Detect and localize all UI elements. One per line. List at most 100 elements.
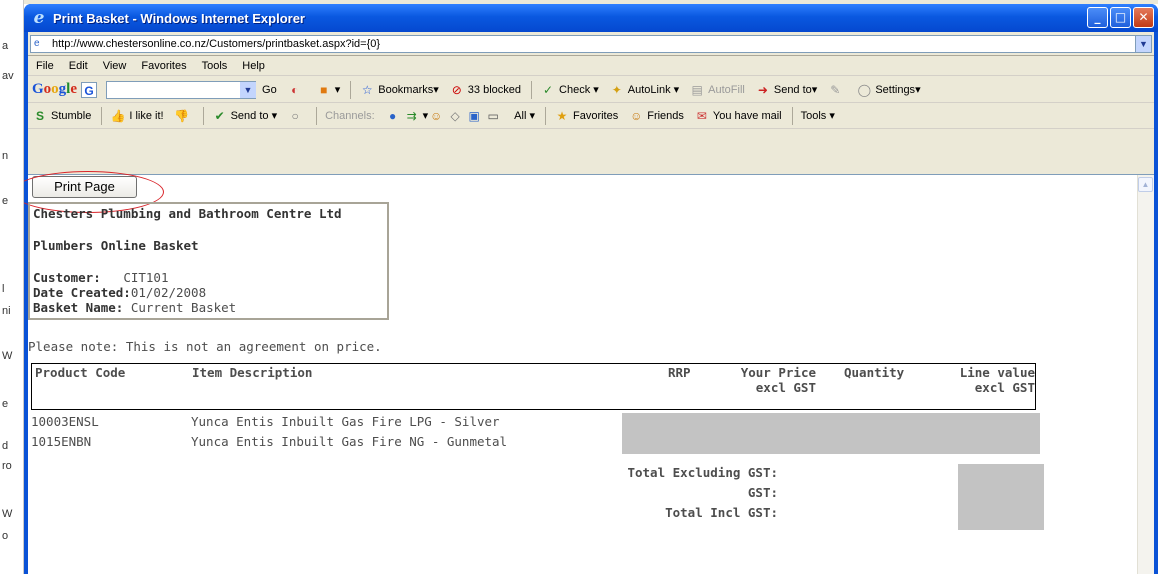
bg-text: av [2,70,14,82]
divider [350,80,352,99]
print-page-button[interactable]: Print Page [32,176,137,198]
autolink-icon: ✦ [611,82,622,97]
total-excl-label: Total Excluding GST: [627,465,778,480]
globe-icon: ● [389,108,397,123]
total-incl-label: Total Incl GST: [665,505,778,520]
table-row: 10003ENSL Yunca Entis Inbuilt Gas Fire L… [31,414,631,434]
star-icon: ★ [556,108,568,123]
mail-button[interactable]: ✉ You have mail [694,108,782,124]
customer-label: Customer: [33,270,101,285]
menu-file[interactable]: File [36,60,54,72]
customer-value: CIT101 [123,270,169,285]
ilike-button[interactable]: 👍 I like it! [110,108,164,124]
photo-icon: ▣ [468,108,480,123]
spellcheck-button[interactable]: ✓ Check ▾ [540,82,599,98]
comment-icon: ○ [291,108,299,123]
divider [791,106,793,125]
all-label: All [514,109,527,122]
channels-label: Channels: [325,109,375,122]
address-bar: e http://www.chestersonline.co.nz/Custom… [28,32,1154,56]
background-window-fragment: a av n e l ni W e d ro W o [0,0,24,574]
friends-button[interactable]: ☺ Friends [628,108,684,124]
menu-favorites[interactable]: Favorites [141,60,186,72]
page-icon: e [34,38,40,49]
bg-text: o [2,530,9,542]
row-code: 1015ENBN [31,434,92,449]
bg-text: n [2,150,9,162]
title-bar[interactable]: e Print Basket - Windows Internet Explor… [24,4,1158,32]
highlight-button[interactable]: ✎ [827,82,846,98]
settings-icon: ◯ [857,82,872,97]
menu-help[interactable]: Help [242,60,265,72]
settings-label: Settings [875,83,916,96]
prices-placeholder-block [622,413,1040,454]
row-code: 10003ENSL [31,414,99,429]
channel-icons[interactable]: ● ⇉ ▾ ☺ ◇ ▣ ▭ [385,108,505,124]
gst-label: GST: [747,485,778,500]
address-field[interactable]: e http://www.chestersonline.co.nz/Custom… [30,35,1152,53]
date-line: Date Created:01/02/2008 [33,285,384,300]
autofill-label: AutoFill [708,83,745,96]
menu-view[interactable]: View [103,60,127,72]
menu-tools[interactable]: Tools [202,60,228,72]
autofill-button[interactable]: ▤ AutoFill [689,82,745,98]
all-button[interactable]: All ▾ [514,109,535,123]
vertical-scrollbar[interactable]: ▲ [1137,175,1154,574]
bookmarks-label: Bookmarks [378,83,434,96]
tag-icon: ◇ [450,108,460,123]
mail-icon: ✉ [696,108,707,123]
google-g-icon[interactable]: G [81,81,98,98]
bg-text: ni [2,305,11,317]
tv-icon: ▭ [487,108,499,123]
popup-blocker-button[interactable]: ⊘ 33 blocked [449,82,521,98]
google-apps-button[interactable]: ■ ▾ [316,82,340,98]
ie-logo-icon: e [33,8,45,28]
bookmarks-button[interactable]: ☆ Bookmarks ▾ [359,82,439,98]
stumble-icon: S [35,108,44,123]
price-note: Please note: This is not an agreement on… [28,339,382,354]
chevron-down-icon[interactable]: ▼ [240,81,257,98]
chevron-down-icon[interactable]: ▼ [1135,36,1151,52]
company-name: Chesters Plumbing and Bathroom Centre Lt… [33,206,342,221]
pencil-icon: ✎ [830,82,841,97]
dislike-button[interactable]: 👎 [174,108,193,124]
stumble-tools-button[interactable]: Tools ▾ [801,109,835,123]
thumbs-up-icon: 👍 [110,108,126,123]
maximize-button[interactable]: □ [1110,7,1131,28]
bg-text: a [2,40,9,52]
basket-name-line: Basket Name: Current Basket [33,300,384,315]
google-toolbar: Google G ▼ Go ◐ ■ ▾ ☆ Bookmarks ▾ ⊘ 33 block… [28,77,1154,103]
basket-heading: Plumbers Online Basket [33,238,199,253]
ilike-label: I like it! [129,109,164,122]
autolink-button[interactable]: ✦ AutoLink ▾ [609,82,679,98]
check-label: Check [559,83,591,96]
ie-window: e Print Basket - Windows Internet Explor… [24,4,1158,574]
autofill-icon: ▤ [691,82,703,97]
menu-edit[interactable]: Edit [69,60,88,72]
screen: a av n e l ni W e d ro W o e Print Baske… [0,0,1158,574]
pagerank-button[interactable]: ◐ [287,82,306,98]
col-line-value-excl: excl GST [974,380,1035,395]
favorites-button[interactable]: ★ Favorites [554,108,619,124]
divider [531,80,533,99]
stumble-button[interactable]: S Stumble [32,108,91,124]
go-label: Go [262,83,277,96]
window-title: Print Basket - Windows Internet Explorer [53,10,305,26]
settings-button[interactable]: ◯ Settings ▾ [856,82,921,98]
minimize-button[interactable]: _ [1087,7,1108,28]
col-product-code: Product Code [35,365,126,380]
send-icon: ✔ [214,108,225,123]
blocked-icon: ⊘ [451,82,462,97]
sendto-button[interactable]: ➜ Send to ▾ [755,82,817,98]
close-button[interactable]: ✕ [1133,7,1154,28]
go-button[interactable]: Go [262,84,277,96]
scroll-up-icon[interactable]: ▲ [1138,177,1153,192]
stumble-sendto-button[interactable]: ✔ Send to ▾ [212,108,278,124]
star-icon: ☆ [361,82,373,97]
comment-button[interactable]: ○ [287,108,306,124]
stumble-sendto-label: Send to [230,109,269,122]
google-search-input[interactable] [106,80,257,99]
date-label: Date Created: [33,285,131,300]
col-rrp: RRP [668,365,691,380]
